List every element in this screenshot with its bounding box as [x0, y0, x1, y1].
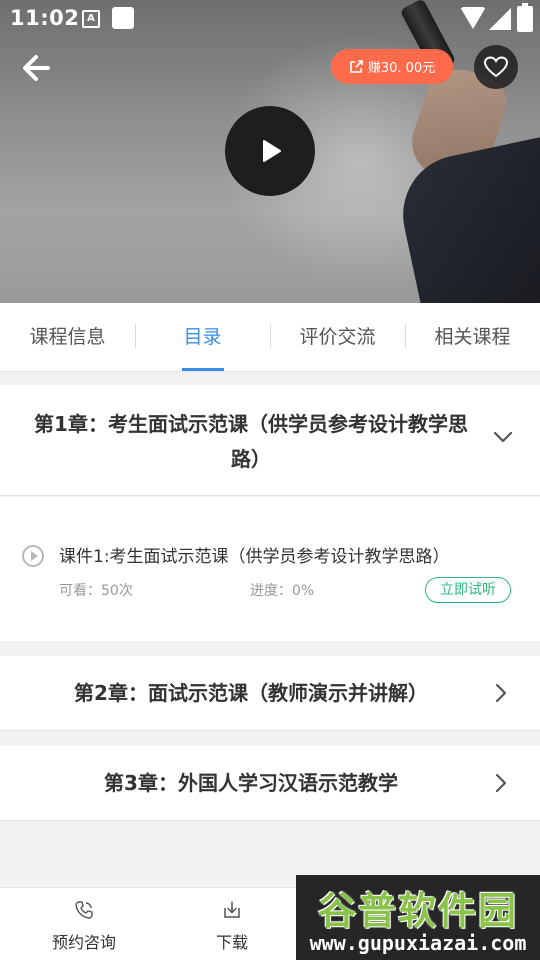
- tab-catalog[interactable]: 目录: [135, 303, 270, 371]
- tab-bar: 课程信息 目录 评价交流 相关课程: [0, 303, 540, 372]
- chevron-right-icon: [495, 683, 507, 703]
- consult-label: 预约咨询: [51, 933, 116, 952]
- play-icon: [263, 140, 281, 162]
- tab-course-info[interactable]: 课程信息: [0, 303, 135, 371]
- tab-related-courses[interactable]: 相关课程: [405, 303, 540, 371]
- chapter-2-title: 第2章：面试示范课（教师演示并讲解）: [74, 681, 428, 705]
- phone-icon: [75, 901, 93, 919]
- video-player[interactable]: 11:02 A 赚30. 00元: [0, 0, 540, 303]
- chapter-1-title: 第1章：考生面试示范课（供学员参考设计教学思路）: [34, 412, 468, 471]
- watermark-logo: 谷普软件园 www.gupuxiazai.com: [296, 875, 540, 960]
- tab-divider: [135, 324, 136, 348]
- status-time: 11:02: [10, 6, 80, 30]
- lesson-play-icon: [22, 545, 44, 567]
- watermark-url: www.gupuxiazai.com: [309, 931, 527, 955]
- share-earn-button[interactable]: 赚30. 00元: [331, 49, 453, 84]
- back-button[interactable]: [18, 48, 58, 88]
- chevron-down-icon: [493, 431, 513, 443]
- status-bar: 11:02 A: [0, 0, 540, 36]
- sleeve-image: [391, 135, 540, 303]
- lesson-title: 课件1:考生面试示范课（供学员参考设计教学思路）: [59, 547, 450, 567]
- download-label: 下载: [215, 933, 248, 952]
- signal-icon: [489, 8, 511, 30]
- favorite-button[interactable]: [474, 45, 518, 89]
- chapter-1-header[interactable]: 第1章：考生面试示范课（供学员参考设计教学思路）: [0, 385, 540, 496]
- lesson-views: 可看：50次: [59, 583, 133, 599]
- tab-divider: [270, 324, 271, 348]
- chapter-3-title: 第3章：外国人学习汉语示范教学: [104, 771, 398, 795]
- tab-reviews[interactable]: 评价交流: [270, 303, 405, 371]
- notification-a-icon: A: [82, 10, 100, 28]
- listen-now-button[interactable]: 立即试听: [425, 577, 511, 603]
- chevron-right-icon: [495, 773, 507, 793]
- tab-divider: [405, 324, 406, 348]
- back-arrow-icon: [23, 55, 50, 81]
- share-earn-label: 赚30. 00元: [367, 61, 436, 76]
- battery-icon: [517, 3, 533, 32]
- download-button[interactable]: 下载: [172, 888, 292, 961]
- notification-square-icon: [112, 7, 134, 29]
- lesson-progress: 进度：0%: [250, 583, 315, 599]
- watermark-title: 谷普软件园: [317, 889, 518, 933]
- share-icon: [350, 60, 363, 73]
- wifi-icon: [460, 7, 486, 29]
- lesson-list: 课件1:考生面试示范课（供学员参考设计教学思路） 可看：50次 进度：0% 立即…: [0, 497, 540, 641]
- play-button[interactable]: [225, 106, 315, 196]
- download-icon: [224, 901, 240, 918]
- heart-icon: [483, 56, 509, 78]
- chapter-2-header[interactable]: 第2章：面试示范课（教师演示并讲解）: [0, 656, 540, 731]
- chapter-3-header[interactable]: 第3章：外国人学习汉语示范教学: [0, 746, 540, 821]
- consult-button[interactable]: 预约咨询: [24, 888, 144, 961]
